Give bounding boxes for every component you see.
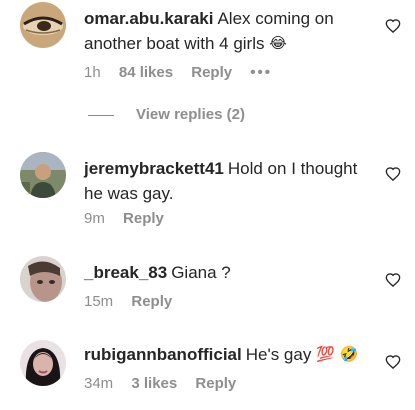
comment-username[interactable]: jeremybrackett41 xyxy=(84,159,224,178)
reply-button[interactable]: Reply xyxy=(131,293,172,310)
comment-body: omar.abu.karaki Alex coming on another bo… xyxy=(84,6,374,56)
avatar[interactable] xyxy=(20,256,66,302)
avatar-eye-closeup xyxy=(20,2,66,48)
avatar[interactable] xyxy=(20,152,66,198)
comment-username[interactable]: rubigannbanofficial xyxy=(84,345,242,364)
comment-time: 34m xyxy=(84,375,114,392)
comment-text: He's gay xyxy=(245,345,312,364)
comment-body: _break_83 Giana ? xyxy=(84,260,374,285)
divider-line xyxy=(88,114,114,116)
avatar-face-closeup xyxy=(20,256,66,302)
comment-time: 15m xyxy=(84,293,114,310)
comment-likes[interactable]: 3 likes xyxy=(131,375,177,392)
reply-button[interactable]: Reply xyxy=(123,210,164,227)
heart-outline-icon[interactable] xyxy=(385,18,401,33)
view-replies: View replies (2) xyxy=(88,106,245,123)
comment-time: 1h xyxy=(84,64,101,81)
comment-meta: 15m Reply xyxy=(84,293,186,310)
hundred-points-emoji: 💯 🤣 xyxy=(316,345,359,363)
comment-username[interactable]: omar.abu.karaki xyxy=(84,9,213,28)
heart-outline-icon[interactable] xyxy=(385,354,401,369)
comment-time: 9m xyxy=(84,210,105,227)
avatar[interactable] xyxy=(20,340,66,386)
comment-meta: 34m 3 likes Reply xyxy=(84,375,250,392)
comment-body: rubigannbanofficial He's gay 💯 🤣 xyxy=(84,342,374,367)
comment-meta: 1h 84 likes Reply ••• xyxy=(84,64,286,81)
comment-meta: 9m Reply xyxy=(84,210,178,227)
comment-body: jeremybrackett41 Hold on I thought he was… xyxy=(84,156,374,206)
avatar-woman-dark-hair xyxy=(20,340,66,386)
heart-outline-icon[interactable] xyxy=(385,166,401,181)
comment-username[interactable]: _break_83 xyxy=(84,263,167,282)
avatar-man-outdoors xyxy=(20,152,66,198)
comment-likes[interactable]: 84 likes xyxy=(119,64,173,81)
view-replies-button[interactable]: View replies (2) xyxy=(136,106,245,123)
avatar[interactable] xyxy=(20,2,66,48)
laughing-emoji: 😂 xyxy=(269,34,287,52)
more-options-icon[interactable]: ••• xyxy=(250,64,272,81)
heart-outline-icon[interactable] xyxy=(385,272,401,287)
comment-text: Giana ? xyxy=(171,263,231,282)
reply-button[interactable]: Reply xyxy=(191,64,232,81)
reply-button[interactable]: Reply xyxy=(195,375,236,392)
